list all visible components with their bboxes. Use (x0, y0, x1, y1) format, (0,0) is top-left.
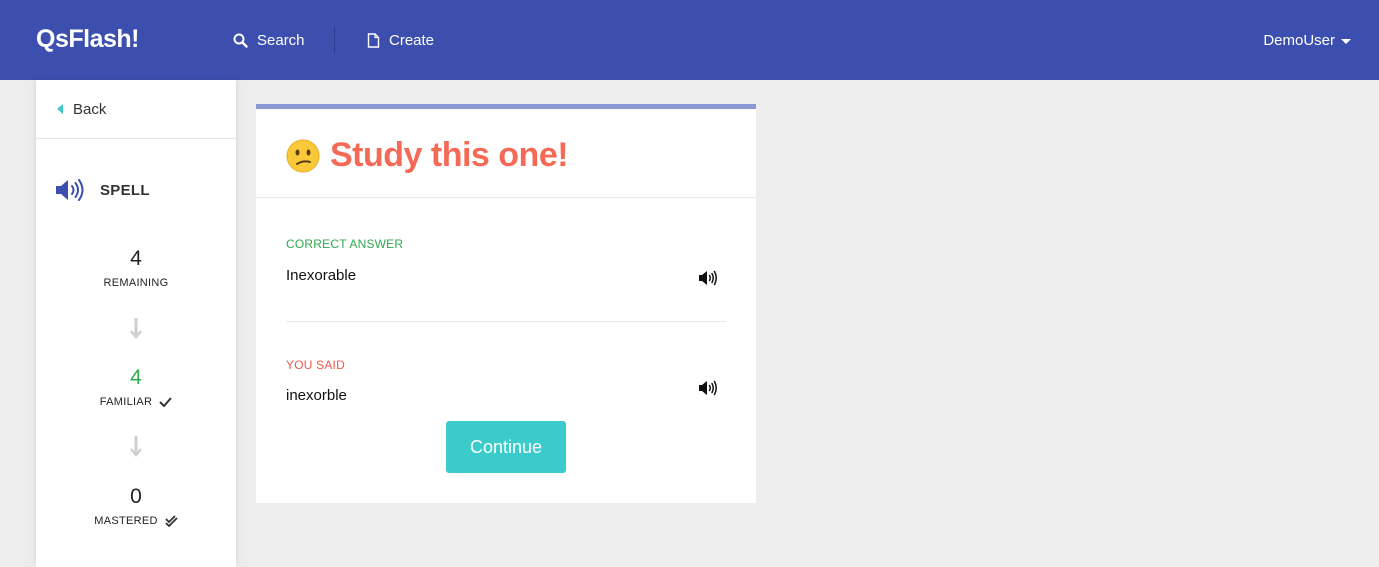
nav-search-link[interactable]: Search (233, 29, 305, 51)
study-sidebar: Back SPELL 4 REMAINING 4 FAMILIAR 0 MAST… (36, 80, 236, 567)
stat-remaining-count: 4 (130, 247, 142, 270)
correct-answer-text: Inexorable (286, 267, 357, 284)
result-header: Study this one! (256, 109, 756, 198)
user-name: DemoUser (1263, 31, 1335, 49)
stat-remaining-label: REMAINING (103, 277, 169, 289)
you-said-heading: YOU SAID (286, 358, 345, 372)
continue-button[interactable]: Continue (446, 421, 566, 473)
correct-answer-heading: CORRECT ANSWER (286, 237, 404, 251)
you-said-text: inexorble (286, 387, 347, 404)
stat-mastered-count: 0 (130, 485, 142, 508)
stat-mastered: 0 MASTERED (36, 485, 236, 527)
study-mode-label: SPELL (100, 181, 150, 199)
stat-familiar: 4 FAMILIAR (36, 366, 236, 408)
stat-familiar-count: 4 (130, 366, 142, 389)
confused-face-icon (286, 139, 320, 172)
arrow-down-icon (130, 436, 142, 457)
stat-familiar-label: FAMILIAR (99, 396, 153, 408)
study-mode: SPELL (54, 178, 150, 202)
back-label: Back (73, 100, 107, 118)
nav-divider (334, 26, 335, 54)
top-nav: QsFlash! Search Create DemoUser (0, 0, 1379, 80)
nav-search-label: Search (257, 31, 305, 49)
speaker-icon[interactable] (698, 380, 718, 396)
brand-logo[interactable]: QsFlash! (36, 25, 139, 54)
chevron-down-icon (1341, 38, 1351, 44)
stat-mastered-label: MASTERED (94, 515, 158, 527)
answer-divider (286, 321, 726, 322)
search-icon (233, 33, 248, 48)
speaker-icon (56, 179, 84, 201)
result-title: Study this one! (330, 136, 569, 174)
nav-create-label: Create (389, 31, 435, 49)
result-card: Study this one! CORRECT ANSWER Inexorabl… (256, 104, 756, 503)
speaker-icon[interactable] (698, 270, 718, 286)
document-icon (367, 32, 380, 48)
check-icon (159, 397, 173, 407)
arrow-down-icon (130, 318, 142, 339)
nav-create-link[interactable]: Create (367, 29, 434, 51)
stat-remaining: 4 REMAINING (36, 247, 236, 289)
chevron-left-icon (57, 104, 63, 114)
double-check-icon (165, 515, 178, 527)
user-menu[interactable]: DemoUser (1263, 29, 1351, 51)
back-button[interactable]: Back (36, 80, 236, 139)
